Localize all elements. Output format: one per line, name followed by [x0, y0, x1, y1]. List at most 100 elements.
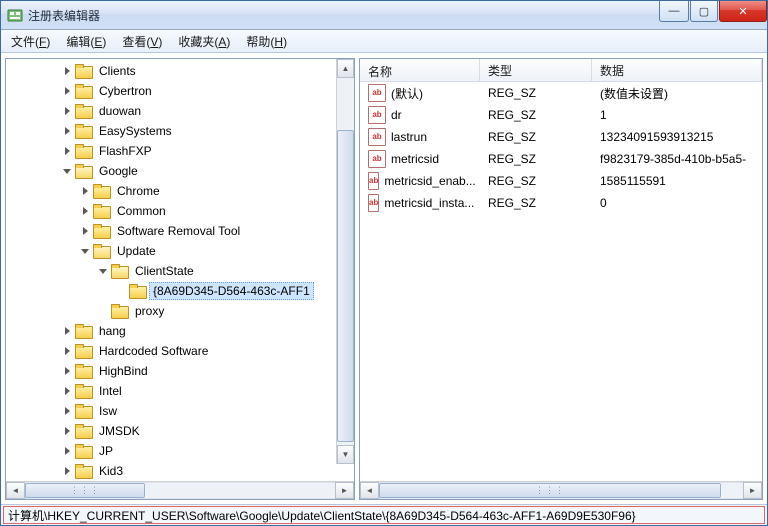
- status-path-text: 计算机\HKEY_CURRENT_USER\Software\Google\Up…: [8, 507, 636, 524]
- hscroll-track[interactable]: ⋮⋮⋮: [25, 482, 335, 499]
- expand-icon[interactable]: [60, 104, 74, 118]
- expand-icon[interactable]: [60, 124, 74, 138]
- tree-item[interactable]: Chrome: [6, 181, 354, 201]
- tree-item[interactable]: Google: [6, 161, 354, 181]
- expand-icon[interactable]: [60, 64, 74, 78]
- scroll-right-button[interactable]: ►: [743, 482, 762, 499]
- expand-icon[interactable]: [60, 464, 74, 478]
- expand-icon[interactable]: [60, 404, 74, 418]
- menu-v[interactable]: 查看(V): [114, 31, 170, 52]
- tree-item-label: Intel: [95, 382, 126, 400]
- expand-icon[interactable]: [60, 324, 74, 338]
- values-listview[interactable]: 名称 类型 数据 ab(默认)REG_SZ(数值未设置)abdrREG_SZ1a…: [360, 59, 762, 481]
- tree-item[interactable]: FlashFXP: [6, 141, 354, 161]
- hscroll-thumb[interactable]: ⋮⋮⋮: [25, 483, 145, 498]
- tree-item-label: Google: [95, 162, 142, 180]
- status-path: 计算机\HKEY_CURRENT_USER\Software\Google\Up…: [3, 506, 765, 524]
- scroll-left-button[interactable]: ◄: [6, 482, 25, 499]
- tree-item[interactable]: JMSDK: [6, 421, 354, 441]
- value-row[interactable]: abmetricsidREG_SZf9823179-385d-410b-b5a5…: [360, 148, 762, 170]
- tree-item[interactable]: Clients: [6, 61, 354, 81]
- column-data[interactable]: 数据: [592, 59, 762, 81]
- tree-item[interactable]: Update: [6, 241, 354, 261]
- tree-item-label: Cybertron: [95, 82, 156, 100]
- vscroll-track[interactable]: [337, 78, 354, 445]
- expand-icon[interactable]: [60, 384, 74, 398]
- titlebar[interactable]: 注册表编辑器 — ▢ ✕: [1, 1, 767, 30]
- expand-icon[interactable]: [60, 364, 74, 378]
- value-row[interactable]: ablastrunREG_SZ13234091593913215: [360, 126, 762, 148]
- values-hscrollbar[interactable]: ◄ ⋮⋮⋮ ►: [360, 481, 762, 499]
- value-row[interactable]: abdrREG_SZ1: [360, 104, 762, 126]
- tree-item-label: Update: [113, 242, 160, 260]
- scroll-down-button[interactable]: ▼: [337, 445, 354, 464]
- expand-icon[interactable]: [78, 224, 92, 238]
- hscroll-track[interactable]: ⋮⋮⋮: [379, 482, 743, 499]
- tree-item[interactable]: duowan: [6, 101, 354, 121]
- value-data: 13234091593913215: [592, 130, 762, 144]
- window-title: 注册表编辑器: [28, 7, 658, 24]
- value-row[interactable]: abmetricsid_enab...REG_SZ1585115591: [360, 170, 762, 192]
- collapse-icon[interactable]: [60, 164, 74, 178]
- tree-item[interactable]: Common: [6, 201, 354, 221]
- tree-vscrollbar[interactable]: ▲ ▼: [336, 59, 354, 464]
- folder-icon: [75, 364, 91, 378]
- down-arrow-icon: ▼: [342, 450, 350, 459]
- tree-item[interactable]: proxy: [6, 301, 354, 321]
- scroll-left-button[interactable]: ◄: [360, 482, 379, 499]
- value-name: (默认): [391, 85, 423, 102]
- tree-item[interactable]: Software Removal Tool: [6, 221, 354, 241]
- registry-tree[interactable]: ClientsCybertron duowanEasySystemsFlashFX…: [6, 59, 354, 481]
- vscroll-thumb[interactable]: [337, 130, 354, 442]
- menu-e[interactable]: 编辑(E): [58, 31, 114, 52]
- folder-icon: [75, 104, 91, 118]
- maximize-icon: ▢: [699, 5, 709, 18]
- tree-item[interactable]: ClientState: [6, 261, 354, 281]
- hscroll-thumb[interactable]: ⋮⋮⋮: [379, 483, 721, 498]
- value-row[interactable]: ab(默认)REG_SZ(数值未设置): [360, 82, 762, 104]
- up-arrow-icon: ▲: [342, 64, 350, 73]
- statusbar: 计算机\HKEY_CURRENT_USER\Software\Google\Up…: [1, 504, 767, 525]
- tree-item[interactable]: Hardcoded Software: [6, 341, 354, 361]
- value-row[interactable]: abmetricsid_insta...REG_SZ0: [360, 192, 762, 214]
- tree-item-label: Isw: [95, 402, 121, 420]
- expand-icon[interactable]: [60, 344, 74, 358]
- minimize-icon: —: [669, 5, 680, 17]
- string-value-icon: ab: [368, 194, 379, 212]
- menu-h[interactable]: 帮助(H): [238, 31, 295, 52]
- folder-icon: [75, 164, 91, 178]
- expand-icon[interactable]: [78, 184, 92, 198]
- tree-item[interactable]: Cybertron: [6, 81, 354, 101]
- tree-item[interactable]: hang: [6, 321, 354, 341]
- menu-a[interactable]: 收藏夹(A): [170, 31, 238, 52]
- collapse-icon[interactable]: [78, 244, 92, 258]
- menu-f[interactable]: 文件(F): [3, 31, 58, 52]
- column-type[interactable]: 类型: [480, 59, 592, 81]
- maximize-button[interactable]: ▢: [690, 1, 718, 22]
- tree-hscrollbar[interactable]: ◄ ⋮⋮⋮ ►: [6, 481, 354, 499]
- tree-item[interactable]: EasySystems: [6, 121, 354, 141]
- collapse-icon[interactable]: [96, 264, 110, 278]
- tree-item[interactable]: {8A69D345-D564-463c-AFF1: [6, 281, 354, 301]
- scroll-up-button[interactable]: ▲: [337, 59, 354, 78]
- tree-item[interactable]: Isw: [6, 401, 354, 421]
- expand-icon[interactable]: [60, 424, 74, 438]
- scroll-right-button[interactable]: ►: [335, 482, 354, 499]
- expand-icon[interactable]: [60, 84, 74, 98]
- expand-icon[interactable]: [78, 204, 92, 218]
- column-name[interactable]: 名称: [360, 59, 480, 81]
- value-type: REG_SZ: [480, 152, 592, 166]
- value-data: 0: [592, 196, 762, 210]
- folder-icon: [75, 84, 91, 98]
- minimize-button[interactable]: —: [659, 1, 689, 22]
- expand-icon[interactable]: [60, 444, 74, 458]
- expand-icon[interactable]: [60, 144, 74, 158]
- tree-item[interactable]: HighBind: [6, 361, 354, 381]
- value-name: metricsid_insta...: [384, 196, 474, 210]
- value-name: metricsid: [391, 152, 439, 166]
- tree-item[interactable]: Kid3: [6, 461, 354, 481]
- tree-item-label: duowan: [95, 102, 145, 120]
- close-button[interactable]: ✕: [719, 1, 767, 22]
- tree-item[interactable]: JP: [6, 441, 354, 461]
- tree-item[interactable]: Intel: [6, 381, 354, 401]
